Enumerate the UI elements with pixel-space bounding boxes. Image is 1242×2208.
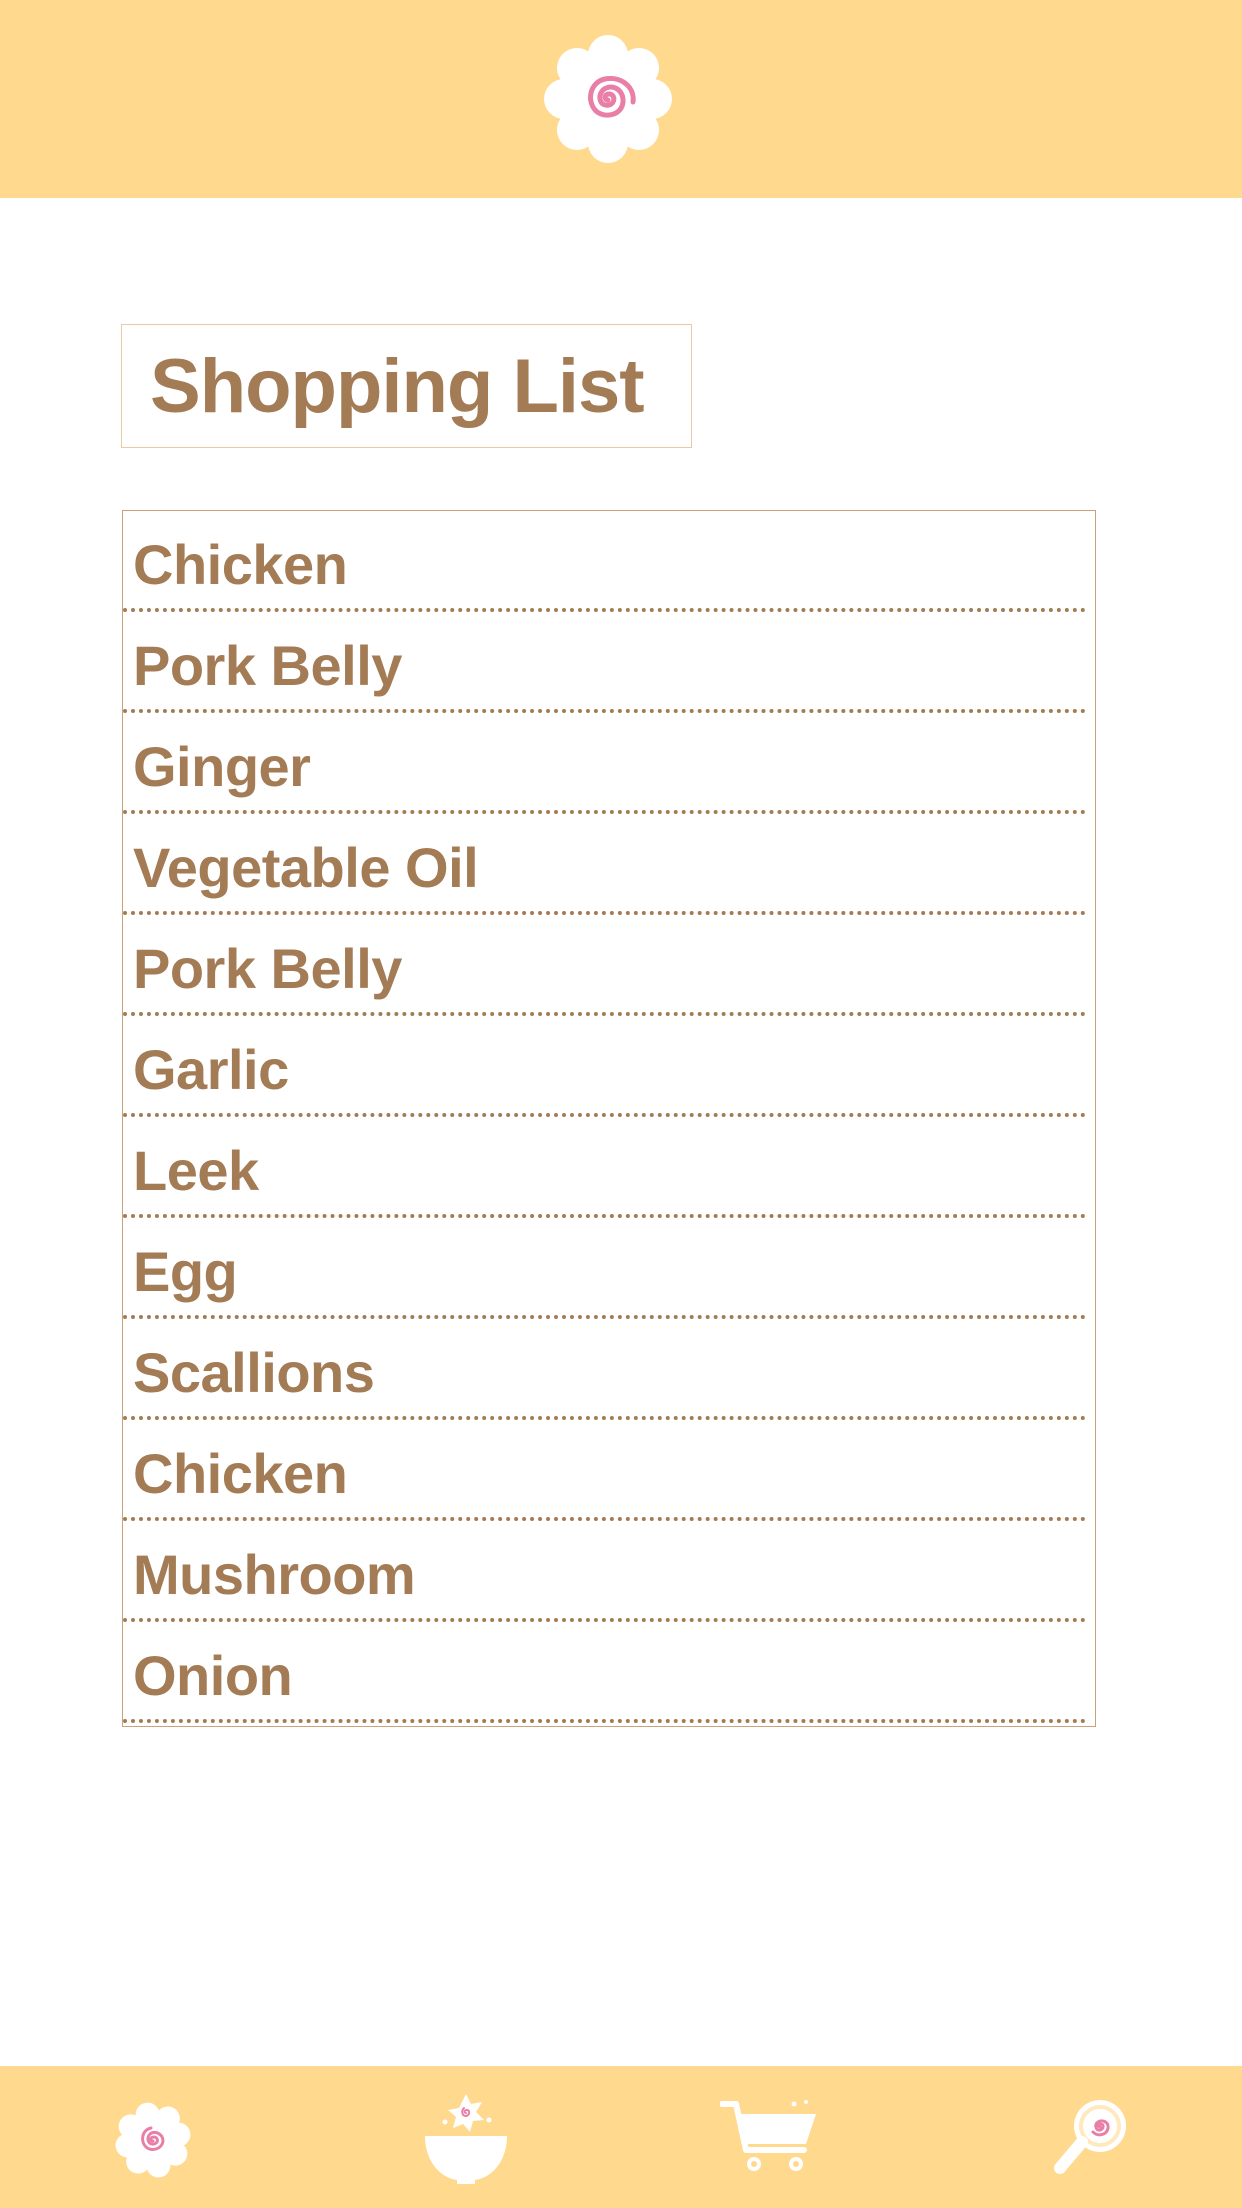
list-item[interactable]: Chicken: [123, 1420, 1086, 1521]
list-item[interactable]: Garlic: [123, 1016, 1086, 1117]
list-item-label: Leek: [133, 1139, 259, 1202]
tab-recipes[interactable]: [386, 2066, 546, 2208]
list-item[interactable]: Scallions: [123, 1319, 1086, 1420]
list-item-label: Scallions: [133, 1341, 375, 1404]
list-item[interactable]: Mushroom: [123, 1521, 1086, 1622]
list-item-label: Pork Belly: [133, 634, 402, 697]
shopping-list: Chicken Pork Belly Ginger Vegetable Oil …: [122, 510, 1096, 1727]
bottom-tab-bar: [0, 2066, 1242, 2208]
list-item[interactable]: Pork Belly: [123, 915, 1086, 1016]
list-item-label: Onion: [133, 1644, 293, 1707]
search-magnifier-icon: [1054, 2100, 1126, 2174]
list-item[interactable]: Egg: [123, 1218, 1086, 1319]
naruto-fishcake-icon: [115, 2102, 191, 2178]
list-item-label: Garlic: [133, 1038, 289, 1101]
list-item[interactable]: Pork Belly: [123, 612, 1086, 713]
list-item-label: Chicken: [133, 1442, 348, 1505]
list-item-label: Ginger: [133, 735, 311, 798]
list-item[interactable]: Vegetable Oil: [123, 814, 1086, 915]
page-title: Shopping List: [150, 344, 645, 429]
naruto-fishcake-icon: [543, 34, 673, 164]
list-item[interactable]: Ginger: [123, 713, 1086, 814]
list-item-label: Vegetable Oil: [133, 836, 479, 899]
page-title-box: Shopping List: [121, 324, 692, 448]
list-item-label: Pork Belly: [133, 937, 402, 1000]
list-item[interactable]: Chicken: [123, 511, 1086, 612]
ramen-bowl-icon: [425, 2094, 507, 2184]
list-item-label: Egg: [133, 1240, 238, 1303]
list-item[interactable]: Onion: [123, 1622, 1086, 1723]
tab-home[interactable]: [75, 2066, 235, 2208]
list-item[interactable]: Leek: [123, 1117, 1086, 1218]
tab-search[interactable]: [1010, 2066, 1170, 2208]
shopping-cart-icon: [720, 2100, 816, 2171]
list-item-label: Mushroom: [133, 1543, 416, 1606]
tab-shopping-list[interactable]: [690, 2066, 850, 2208]
top-header-bar: [0, 0, 1242, 198]
list-item-label: Chicken: [133, 533, 348, 596]
